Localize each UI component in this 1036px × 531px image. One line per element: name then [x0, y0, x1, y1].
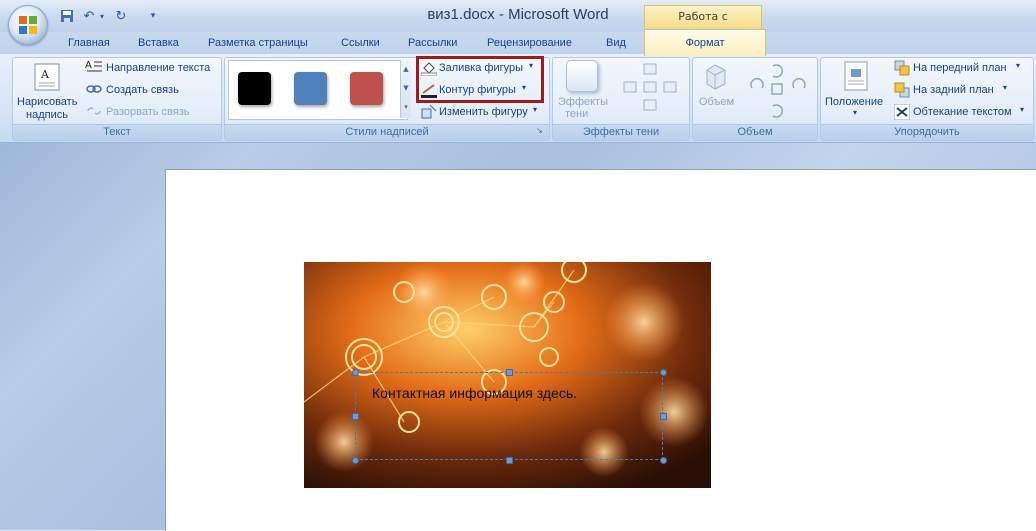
office-button[interactable] [8, 5, 48, 45]
tab-mailings[interactable]: Рассылки [406, 33, 459, 53]
tab-insert[interactable]: Вставка [136, 33, 181, 53]
3d-effects-label[interactable]: Объем [699, 96, 734, 108]
group-shadow-label: Эффекты тени [553, 124, 689, 140]
text-wrapping-button[interactable]: Обтекание текстом [913, 106, 1012, 118]
position-button[interactable]: Положение [825, 96, 883, 108]
draw-textbox-label-2[interactable]: надпись [26, 109, 68, 121]
bring-to-front-button[interactable]: На передний план [913, 62, 1007, 74]
context-tab-header: Работа с надписями [644, 5, 762, 45]
draw-textbox-icon[interactable]: A [32, 62, 62, 92]
resize-handle-top-left[interactable] [352, 369, 359, 376]
change-shape-dropdown-icon[interactable]: ▾ [533, 105, 537, 114]
resize-handle-bottom[interactable] [506, 457, 513, 464]
create-link-button[interactable]: Создать связь [106, 84, 179, 96]
position-dropdown-icon[interactable]: ▾ [853, 108, 857, 117]
style-swatch-red[interactable] [350, 72, 383, 105]
change-shape-icon[interactable] [421, 104, 437, 120]
window-title: виз1.docx - Microsoft Word [427, 6, 609, 23]
resize-handle-bottom-right[interactable] [660, 457, 667, 464]
bring-to-front-icon[interactable] [894, 60, 910, 76]
shadow-nudge-icons [620, 62, 682, 118]
text-direction-icon[interactable]: A [85, 59, 103, 75]
style-swatch-black[interactable] [238, 72, 271, 105]
group-arrange-label: Упорядочить [821, 124, 1033, 140]
textbox-text[interactable]: Контактная информация здесь. [372, 385, 577, 401]
office-logo-icon [19, 16, 37, 34]
bring-to-front-dropdown-icon[interactable]: ▾ [1016, 61, 1020, 70]
text-direction-button[interactable]: Направление текста [106, 62, 210, 74]
shadow-effects-icon[interactable] [566, 60, 598, 92]
group-styles-label: Стили надписей [225, 124, 549, 140]
send-to-back-button[interactable]: На задний план [913, 84, 994, 96]
text-wrapping-dropdown-icon[interactable]: ▾ [1020, 105, 1024, 114]
send-to-back-icon[interactable] [894, 82, 910, 98]
gallery-scroll[interactable]: ▲ ▼ ▾ [400, 60, 411, 118]
break-link-button: Разорвать связь [106, 106, 190, 118]
break-link-icon [86, 104, 102, 118]
style-swatch-blue[interactable] [294, 72, 327, 105]
resize-handle-top-right[interactable] [660, 369, 667, 376]
tab-view[interactable]: Вид [604, 33, 628, 53]
create-link-icon[interactable] [86, 82, 102, 96]
resize-handle-top[interactable] [506, 369, 513, 376]
group-text-label: Текст [13, 124, 221, 140]
svg-text:A: A [40, 68, 50, 81]
tab-home[interactable]: Главная [66, 33, 112, 53]
resize-handle-left[interactable] [352, 413, 359, 420]
resize-handle-bottom-left[interactable] [352, 457, 359, 464]
tab-references[interactable]: Ссылки [339, 33, 382, 53]
dialog-launcher-icon[interactable]: ↘ [536, 126, 544, 135]
draw-textbox-label-1[interactable]: Нарисовать [17, 96, 77, 108]
tab-review[interactable]: Рецензирование [485, 33, 574, 53]
change-shape-button[interactable]: Изменить фигуру [439, 106, 528, 118]
3d-tilt-icons [748, 60, 810, 122]
tab-page-layout[interactable]: Разметка страницы [206, 33, 310, 53]
send-to-back-dropdown-icon[interactable]: ▾ [1003, 83, 1007, 92]
group-3d-label: Объем [693, 124, 817, 140]
resize-handle-right[interactable] [660, 413, 667, 420]
highlight-frame [416, 56, 544, 103]
shadow-effects-label-2[interactable]: тени [565, 108, 588, 120]
text-wrapping-icon[interactable] [893, 103, 911, 121]
position-icon[interactable] [843, 61, 869, 91]
3d-effects-icon[interactable] [703, 62, 729, 90]
svg-text:A: A [85, 60, 92, 71]
shadow-effects-label-1[interactable]: Эффекты [558, 96, 608, 108]
tab-format[interactable]: Формат [644, 29, 766, 56]
